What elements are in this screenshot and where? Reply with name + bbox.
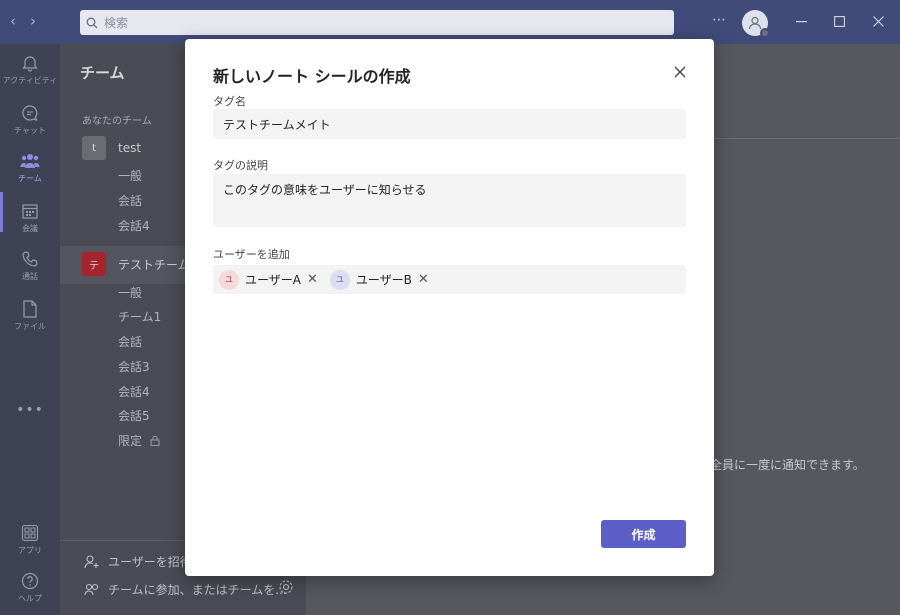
phone-icon (22, 251, 38, 267)
panel-title: チーム (80, 64, 125, 82)
user-chip: ユ ユーザーA ✕ (219, 269, 318, 290)
rail-label-apps: アプリ (18, 546, 42, 555)
channel-item[interactable]: 会話 (118, 192, 142, 209)
rail-item-chat[interactable]: チャット (0, 104, 60, 136)
channel-item[interactable]: 会話3 (118, 358, 150, 375)
file-icon (23, 300, 37, 318)
channel-item-private[interactable]: 限定 (118, 432, 160, 449)
channel-item[interactable]: 会話 (118, 333, 142, 350)
rail-label-files: ファイル (14, 322, 46, 331)
forward-arrow-icon[interactable]: › (30, 12, 36, 30)
channel-item[interactable]: チーム1 (118, 308, 161, 325)
rail-item-apps[interactable]: アプリ (0, 524, 60, 556)
rail-label-calls: 通話 (22, 272, 38, 281)
close-icon[interactable] (671, 63, 689, 81)
invite-users-label: ユーザーを招待 (108, 555, 192, 569)
app-rail: アクティビティ チャット チーム 会議 通話 ファイル ••• アプリ ヘルプ (0, 44, 60, 615)
tag-name-label: タグ名 (213, 95, 246, 108)
channel-item[interactable]: 一般 (118, 284, 142, 301)
rail-item-calls[interactable]: 通話 (0, 250, 60, 282)
user-chip: ユ ユーザーB ✕ (329, 269, 429, 290)
apps-icon (21, 524, 39, 542)
close-window-icon[interactable] (873, 16, 884, 27)
rail-label-activity: アクティビティ (2, 76, 58, 85)
create-button[interactable]: 作成 (601, 520, 686, 548)
rail-label-calendar: 会議 (22, 224, 38, 233)
user-chip-name: ユーザーA (245, 273, 301, 287)
team-avatar: テ (82, 252, 106, 276)
rail-label-teams: チーム (18, 174, 42, 183)
invite-users-button[interactable]: ユーザーを招待 (84, 553, 192, 570)
rail-item-help[interactable]: ヘルプ (0, 572, 60, 604)
tag-name-input[interactable]: テストチームメイト (213, 109, 686, 139)
add-users-label: ユーザーを追加 (213, 248, 290, 261)
rail-item-teams[interactable]: チーム (0, 152, 60, 184)
user-avatar: ユ (219, 269, 239, 290)
profile-avatar[interactable] (742, 10, 770, 38)
team-name: test (118, 141, 142, 155)
remove-user-icon[interactable]: ✕ (418, 273, 429, 286)
nav-arrows: ‹ › (10, 12, 36, 30)
teams-icon (20, 154, 40, 168)
help-icon (21, 572, 39, 590)
search-box[interactable]: 検索 (80, 10, 674, 35)
tag-description-input[interactable]: このタグの意味をユーザーに知らせる (213, 174, 686, 227)
user-chip-name: ユーザーB (355, 273, 412, 287)
rail-more-icon[interactable]: ••• (0, 402, 60, 418)
search-placeholder: 検索 (104, 16, 129, 30)
team-row-test[interactable]: t test (82, 136, 141, 160)
join-team-label: チームに参加、またはチームを... (108, 583, 287, 597)
add-users-input[interactable]: ユ ユーザーA ✕ ユ ユーザーB ✕ (213, 265, 686, 294)
team-name: テストチーム (118, 257, 190, 272)
back-arrow-icon[interactable]: ‹ (10, 12, 16, 30)
channel-item[interactable]: 会話5 (118, 407, 150, 424)
person-icon (748, 16, 762, 30)
join-team-button[interactable]: チームに参加、またはチームを... (84, 581, 287, 598)
rail-item-activity[interactable]: アクティビティ (0, 54, 60, 86)
chat-icon (22, 105, 38, 121)
rail-label-help: ヘルプ (18, 594, 42, 603)
tag-description-label: タグの説明 (213, 159, 268, 172)
maximize-icon[interactable] (834, 16, 845, 27)
title-bar: ‹ › 検索 ⋯ (0, 0, 900, 44)
rail-item-files[interactable]: ファイル (0, 300, 60, 332)
create-tag-dialog: 新しいノート シールの作成 タグ名 テストチームメイト タグの説明 このタグの意… (185, 39, 714, 576)
rail-label-chat: チャット (14, 126, 46, 135)
presence-status-icon (760, 28, 770, 38)
minimize-icon[interactable] (796, 21, 807, 23)
channel-item[interactable]: 会話4 (118, 217, 150, 234)
channel-item[interactable]: 会話4 (118, 383, 150, 400)
add-person-icon (84, 554, 99, 568)
team-row-test-team[interactable]: テ テストチーム (82, 252, 190, 276)
channel-name: 限定 (118, 434, 143, 448)
team-avatar: t (82, 136, 106, 160)
bell-icon (22, 56, 38, 72)
section-label-your-teams: あなたのチーム (82, 116, 152, 127)
gear-icon[interactable] (278, 579, 294, 595)
user-avatar: ユ (329, 269, 350, 290)
calendar-icon (22, 204, 38, 219)
rail-item-calendar[interactable]: 会議 (0, 202, 60, 234)
lock-icon (150, 435, 160, 446)
more-options-icon[interactable]: ⋯ (712, 12, 727, 28)
people-add-icon (84, 583, 99, 595)
search-icon (86, 17, 98, 28)
channel-item[interactable]: 一般 (118, 167, 142, 184)
main-note-text: 全員に一度に通知できます。 (710, 458, 865, 472)
dialog-title: 新しいノート シールの作成 (213, 67, 411, 86)
remove-user-icon[interactable]: ✕ (307, 273, 318, 286)
